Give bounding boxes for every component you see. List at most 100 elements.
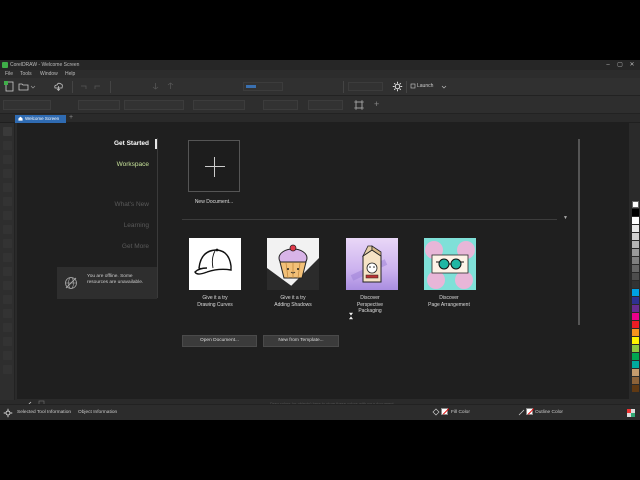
zoom-tool-icon[interactable]	[3, 169, 12, 178]
open-dropdown-icon[interactable]	[30, 81, 36, 92]
close-button[interactable]: ✕	[627, 61, 637, 69]
crop-tool-icon[interactable]	[3, 155, 12, 164]
artistic-media-tool-icon[interactable]	[3, 197, 12, 206]
redo-icon	[94, 85, 100, 89]
zoom-level-box	[243, 82, 283, 91]
page-size-box	[3, 100, 51, 110]
parallel-dimension-tool-icon[interactable]	[3, 267, 12, 276]
smart-fill-tool-icon[interactable]	[3, 351, 12, 360]
swatch[interactable]	[632, 249, 639, 256]
document-tab-bar: Welcome Screen +	[0, 114, 640, 123]
card-adding-shadows[interactable]	[267, 238, 319, 290]
collapse-arrow-icon[interactable]: ▼	[563, 215, 568, 221]
swatch-orange[interactable]	[632, 329, 639, 336]
outline-tool-icon[interactable]	[3, 365, 12, 374]
new-tab-button[interactable]: +	[69, 114, 73, 121]
shape-tool-icon[interactable]	[3, 141, 12, 150]
shadow-tool-icon[interactable]	[3, 295, 12, 304]
swatch-no-color[interactable]	[632, 201, 639, 208]
export-icon	[167, 82, 174, 89]
tab-label: Welcome Screen	[25, 116, 60, 121]
menu-tools[interactable]: Tools	[20, 71, 32, 77]
open-folder-icon[interactable]	[18, 81, 29, 92]
fill-color-label: Fill Color	[451, 410, 470, 415]
pick-tool-icon[interactable]	[3, 127, 12, 136]
swatch[interactable]	[632, 241, 639, 248]
card-page-arrangement-label[interactable]: Discover Page Arrangement	[413, 295, 485, 308]
plus-icon	[205, 166, 225, 167]
maximize-button[interactable]: ▢	[615, 61, 625, 69]
launch-icon[interactable]	[410, 81, 416, 92]
card-perspective-packaging-label[interactable]: Discover Perspective Packaging	[334, 295, 406, 315]
fill-color-swatch[interactable]	[441, 408, 450, 415]
cloud-sync-icon[interactable]	[53, 81, 64, 92]
new-document-icon[interactable]	[4, 81, 15, 92]
interactive-fill-tool-icon[interactable]	[3, 337, 12, 346]
card-perspective-packaging[interactable]	[346, 238, 398, 290]
swatch-lime[interactable]	[632, 345, 639, 352]
swatch-green[interactable]	[632, 353, 639, 360]
swatch[interactable]	[632, 225, 639, 232]
swatch[interactable]	[632, 273, 639, 280]
nav-get-more[interactable]: Get More	[49, 243, 149, 250]
color-proof-icon[interactable]	[626, 408, 636, 418]
standard-toolbar: Launch	[0, 78, 640, 96]
nav-whats-new[interactable]: What's New	[49, 201, 149, 208]
color-palette	[631, 123, 640, 400]
new-document-label[interactable]: New Document...	[178, 199, 250, 205]
swatch-red[interactable]	[632, 321, 639, 328]
swatch[interactable]	[632, 233, 639, 240]
eyedropper-tool-icon[interactable]	[3, 323, 12, 332]
minimize-button[interactable]: –	[603, 61, 613, 69]
new-from-template-button[interactable]: New from Template...	[263, 335, 339, 347]
object-info: Object Information	[78, 410, 118, 415]
swatch[interactable]	[632, 281, 639, 288]
new-document-tile[interactable]	[188, 140, 240, 192]
baseball-cap-illustration-icon	[194, 248, 232, 275]
swatch-cyan[interactable]	[632, 289, 639, 296]
card-adding-shadows-label[interactable]: Give it a try Adding Shadows	[257, 295, 329, 308]
freehand-tool-icon[interactable]	[3, 183, 12, 192]
scrollbar[interactable]	[578, 139, 580, 325]
ellipse-tool-icon[interactable]	[3, 225, 12, 234]
swatch-purple[interactable]	[632, 305, 639, 312]
launch-dropdown-icon[interactable]	[441, 81, 447, 92]
open-document-button[interactable]: Open Document...	[182, 335, 257, 347]
swatch-blue[interactable]	[632, 297, 639, 304]
options-gear-icon[interactable]	[392, 81, 403, 92]
rectangle-tool-icon[interactable]	[3, 211, 12, 220]
polygon-tool-icon[interactable]	[3, 239, 12, 248]
card-drawing-curves[interactable]	[189, 238, 241, 290]
outline-color-swatch[interactable]	[526, 408, 535, 415]
offline-message: You are offline. Some resources are unav…	[87, 274, 144, 285]
card-page-arrangement[interactable]	[424, 238, 476, 290]
swatch-dark-brown[interactable]	[632, 385, 639, 392]
connector-tool-icon[interactable]	[3, 281, 12, 290]
menu-window[interactable]: Window	[40, 71, 58, 77]
swatch-yellow[interactable]	[632, 337, 639, 344]
swatch-brown[interactable]	[632, 377, 639, 384]
duplicate-distance-box	[308, 100, 343, 110]
transparency-tool-icon[interactable]	[3, 309, 12, 318]
sunglasses-illustration-icon	[425, 241, 475, 289]
status-gear-icon[interactable]	[3, 408, 13, 418]
swatch-tan[interactable]	[632, 369, 639, 376]
text-tool-icon[interactable]	[3, 253, 12, 262]
status-bar: Selected Tool Information Object Informa…	[0, 404, 640, 420]
swatch-black[interactable]	[632, 209, 639, 216]
swatch[interactable]	[632, 257, 639, 264]
swatch-magenta[interactable]	[632, 313, 639, 320]
nav-workspace[interactable]: Workspace	[49, 161, 149, 168]
swatch-white[interactable]	[632, 217, 639, 224]
window-title: CorelDRAW - Welcome Screen	[10, 62, 80, 68]
cupcake-illustration-icon	[267, 244, 319, 290]
menu-file[interactable]: File	[5, 71, 13, 77]
card-drawing-curves-label[interactable]: Give it a try Drawing Curves	[179, 295, 251, 308]
menu-help[interactable]: Help	[65, 71, 75, 77]
nav-learning[interactable]: Learning	[49, 222, 149, 229]
swatch-teal[interactable]	[632, 361, 639, 368]
tab-welcome-screen[interactable]: Welcome Screen	[15, 115, 66, 123]
nav-get-started[interactable]: Get Started	[49, 140, 149, 147]
busy-hourglass-icon	[348, 312, 354, 320]
swatch[interactable]	[632, 265, 639, 272]
